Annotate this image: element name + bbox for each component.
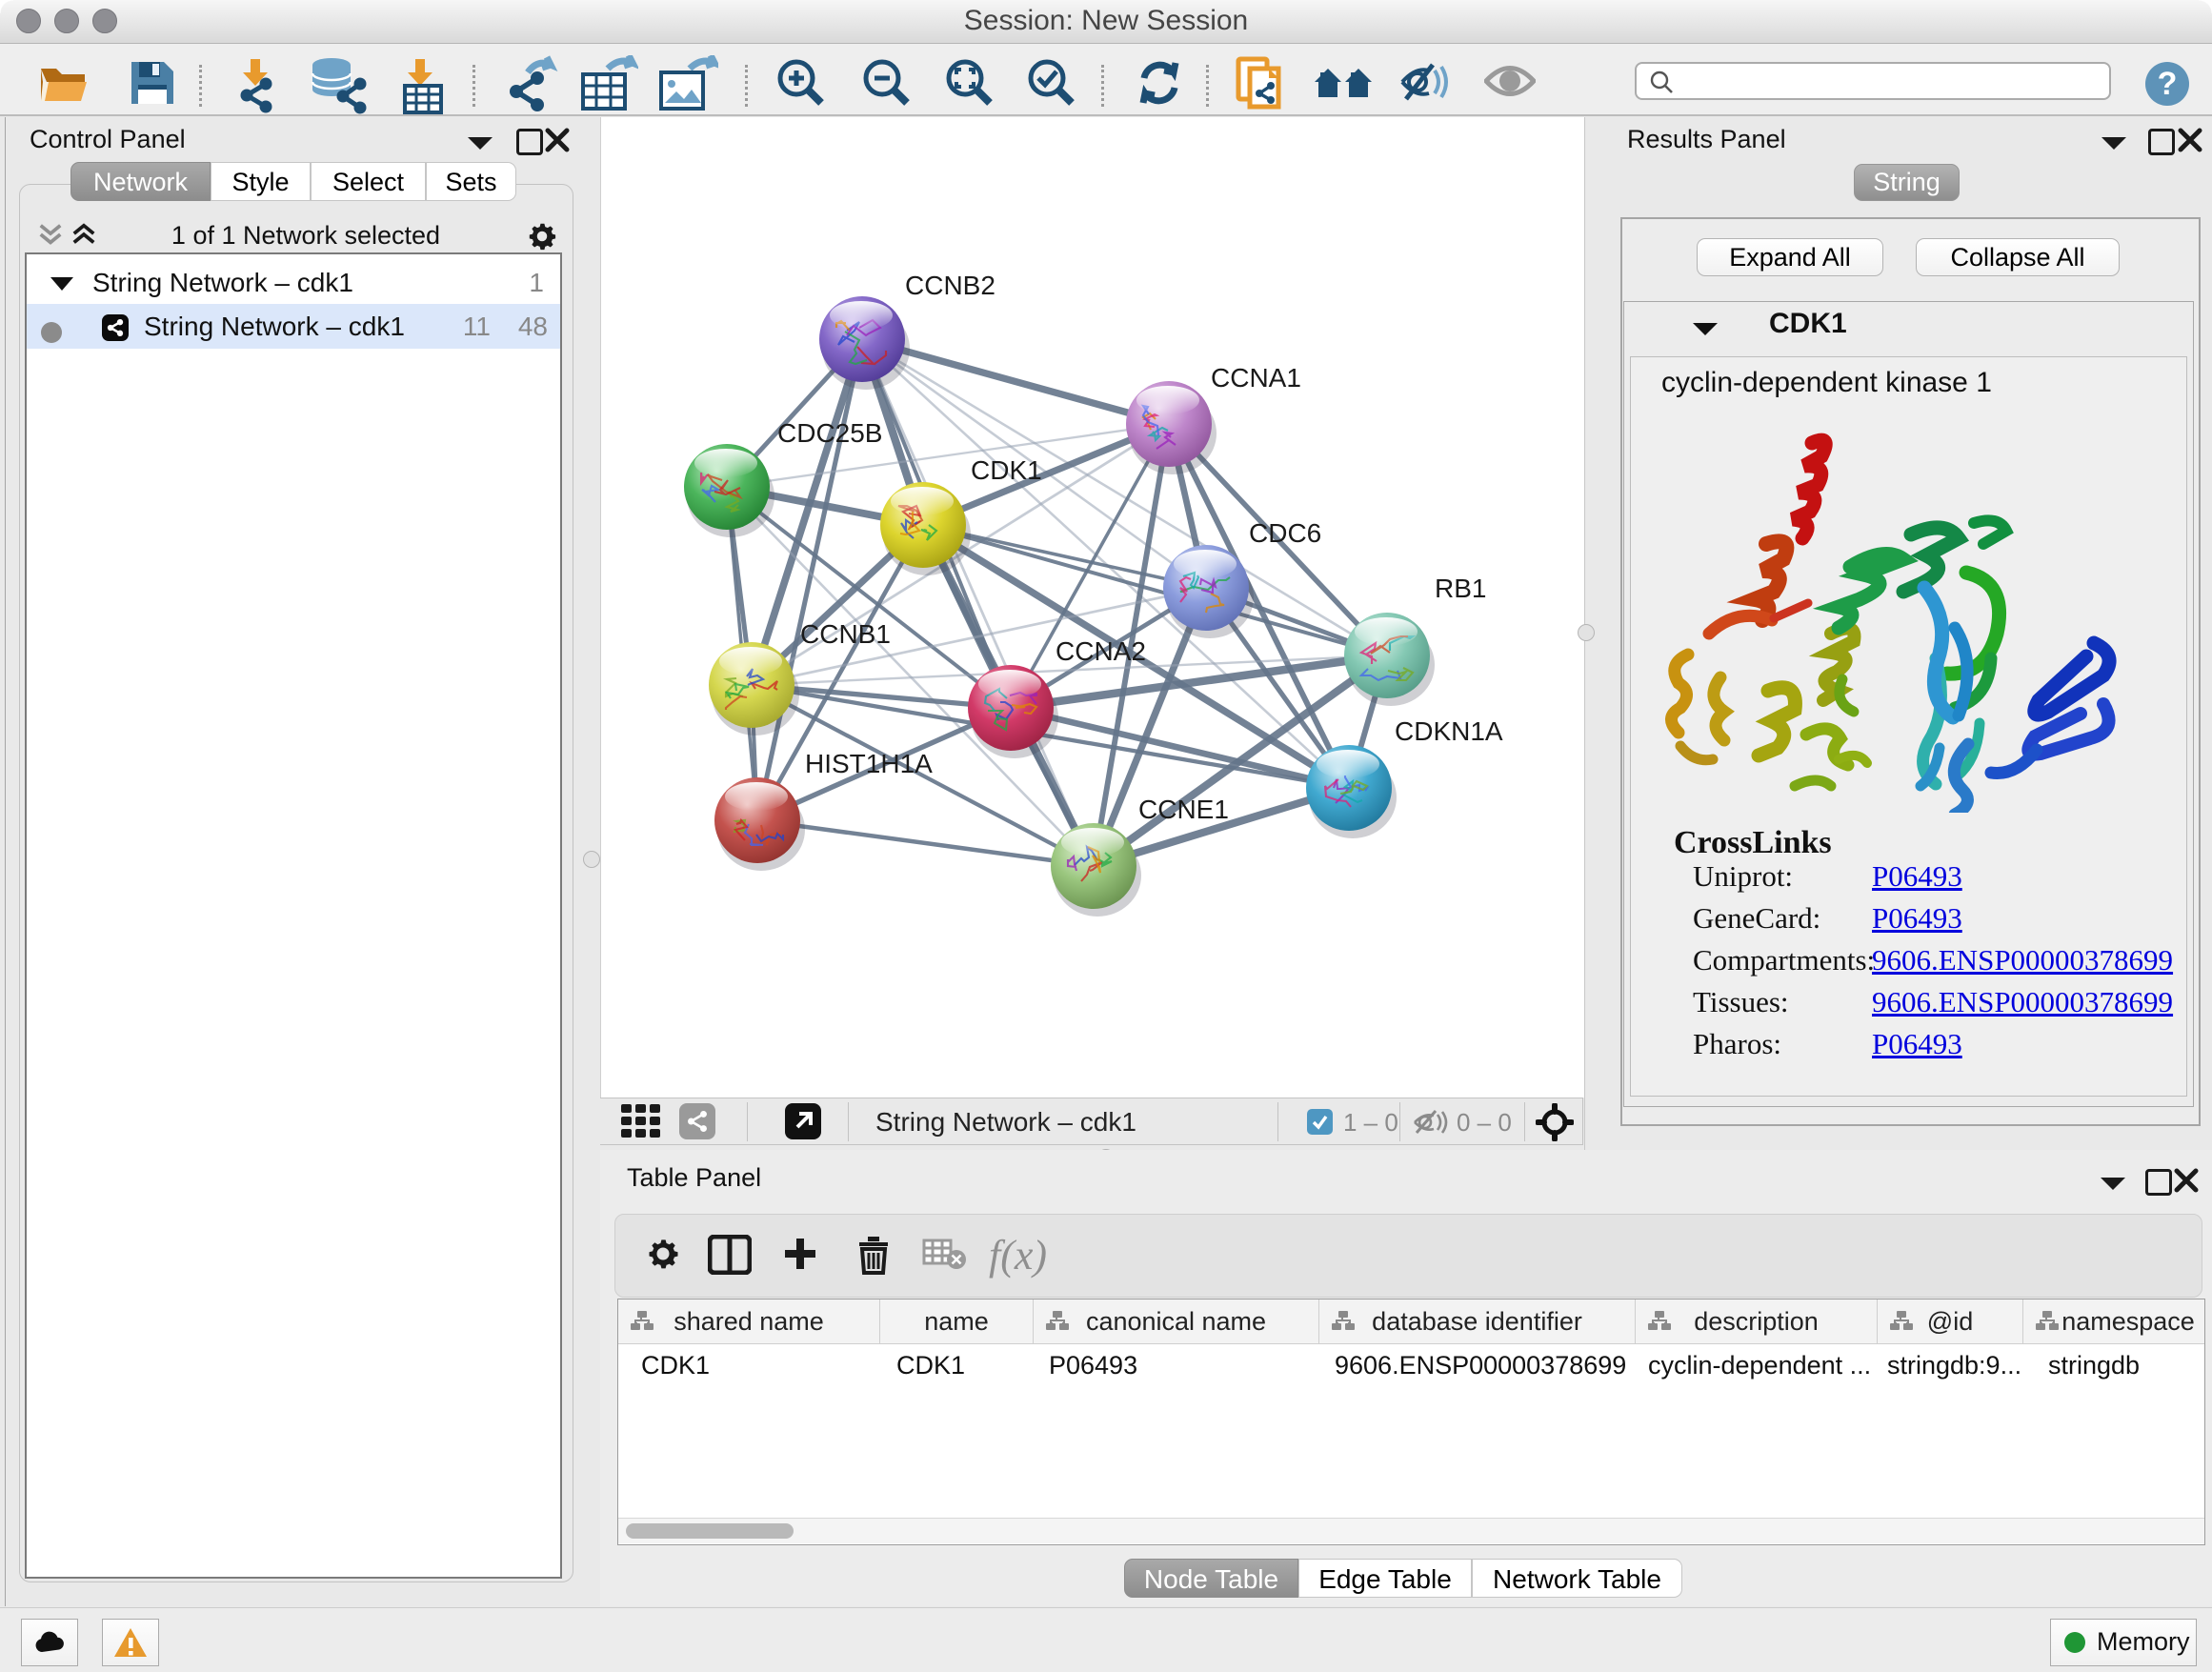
svg-text:CDK1: CDK1 bbox=[971, 455, 1042, 485]
svg-text:CDC6: CDC6 bbox=[1249, 518, 1321, 548]
svg-text:CDKN1A: CDKN1A bbox=[1395, 716, 1503, 746]
svg-text:CDC25B: CDC25B bbox=[777, 418, 882, 448]
svg-text:HIST1H1A: HIST1H1A bbox=[805, 749, 933, 778]
svg-text:RB1: RB1 bbox=[1435, 574, 1486, 603]
svg-text:CCNA2: CCNA2 bbox=[1056, 636, 1146, 666]
svg-text:CCNA1: CCNA1 bbox=[1211, 363, 1301, 393]
svg-text:CCNB2: CCNB2 bbox=[905, 271, 995, 300]
svg-text:CCNB1: CCNB1 bbox=[800, 619, 891, 649]
svg-text:CCNE1: CCNE1 bbox=[1138, 795, 1229, 824]
